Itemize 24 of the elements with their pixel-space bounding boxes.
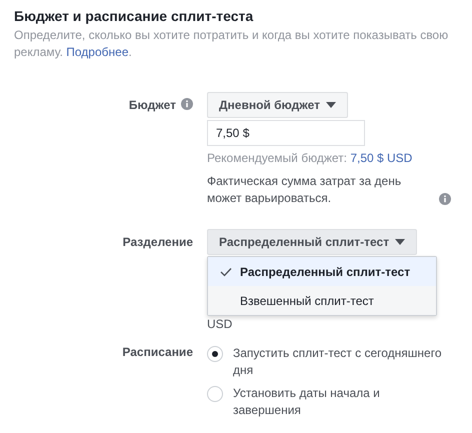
budget-type-dropdown[interactable]: Дневной бюджет bbox=[207, 92, 348, 118]
field-label: Бюджет bbox=[128, 98, 176, 112]
budget-note: Фактическая сумма затрат за день может варьироваться. bbox=[207, 173, 402, 207]
section-title: Бюджет и расписание сплит-теста bbox=[14, 7, 254, 25]
menu-item[interactable]: Взвешенный сплит-тест bbox=[208, 286, 436, 315]
caret-icon bbox=[326, 102, 336, 108]
radio-button[interactable] bbox=[207, 386, 223, 402]
menu-item[interactable]: Распределенный сплит-тест bbox=[208, 257, 436, 286]
learn-more-link[interactable]: Подробнее bbox=[66, 45, 128, 59]
radio-button[interactable] bbox=[207, 346, 223, 362]
currency-text: USD bbox=[207, 317, 234, 331]
info-icon[interactable] bbox=[181, 98, 193, 110]
recommended-budget-link[interactable]: 7,50 $ USD bbox=[350, 151, 412, 165]
split-type-dropdown[interactable]: Распределенный сплит-тест bbox=[207, 229, 418, 255]
radio-label: Установить даты начала и завершения bbox=[233, 385, 381, 419]
section-description: Определите, сколько вы хотите потратить и когда вы хотите показывать свою рекламу. Подробнее. bbox=[14, 27, 450, 61]
field-label: Расписание bbox=[122, 345, 193, 359]
budget-input-field[interactable]: 7,50 $ bbox=[207, 120, 365, 146]
recommended-budget-label: Рекомендуемый бюджет: bbox=[207, 151, 347, 165]
field-label: Разделение bbox=[122, 235, 193, 249]
caret-icon bbox=[395, 239, 406, 245]
info-icon[interactable] bbox=[439, 193, 451, 205]
radio-label: Запустить сплит-тест с сегодняшнего дня bbox=[233, 345, 442, 379]
check-icon bbox=[220, 266, 232, 276]
